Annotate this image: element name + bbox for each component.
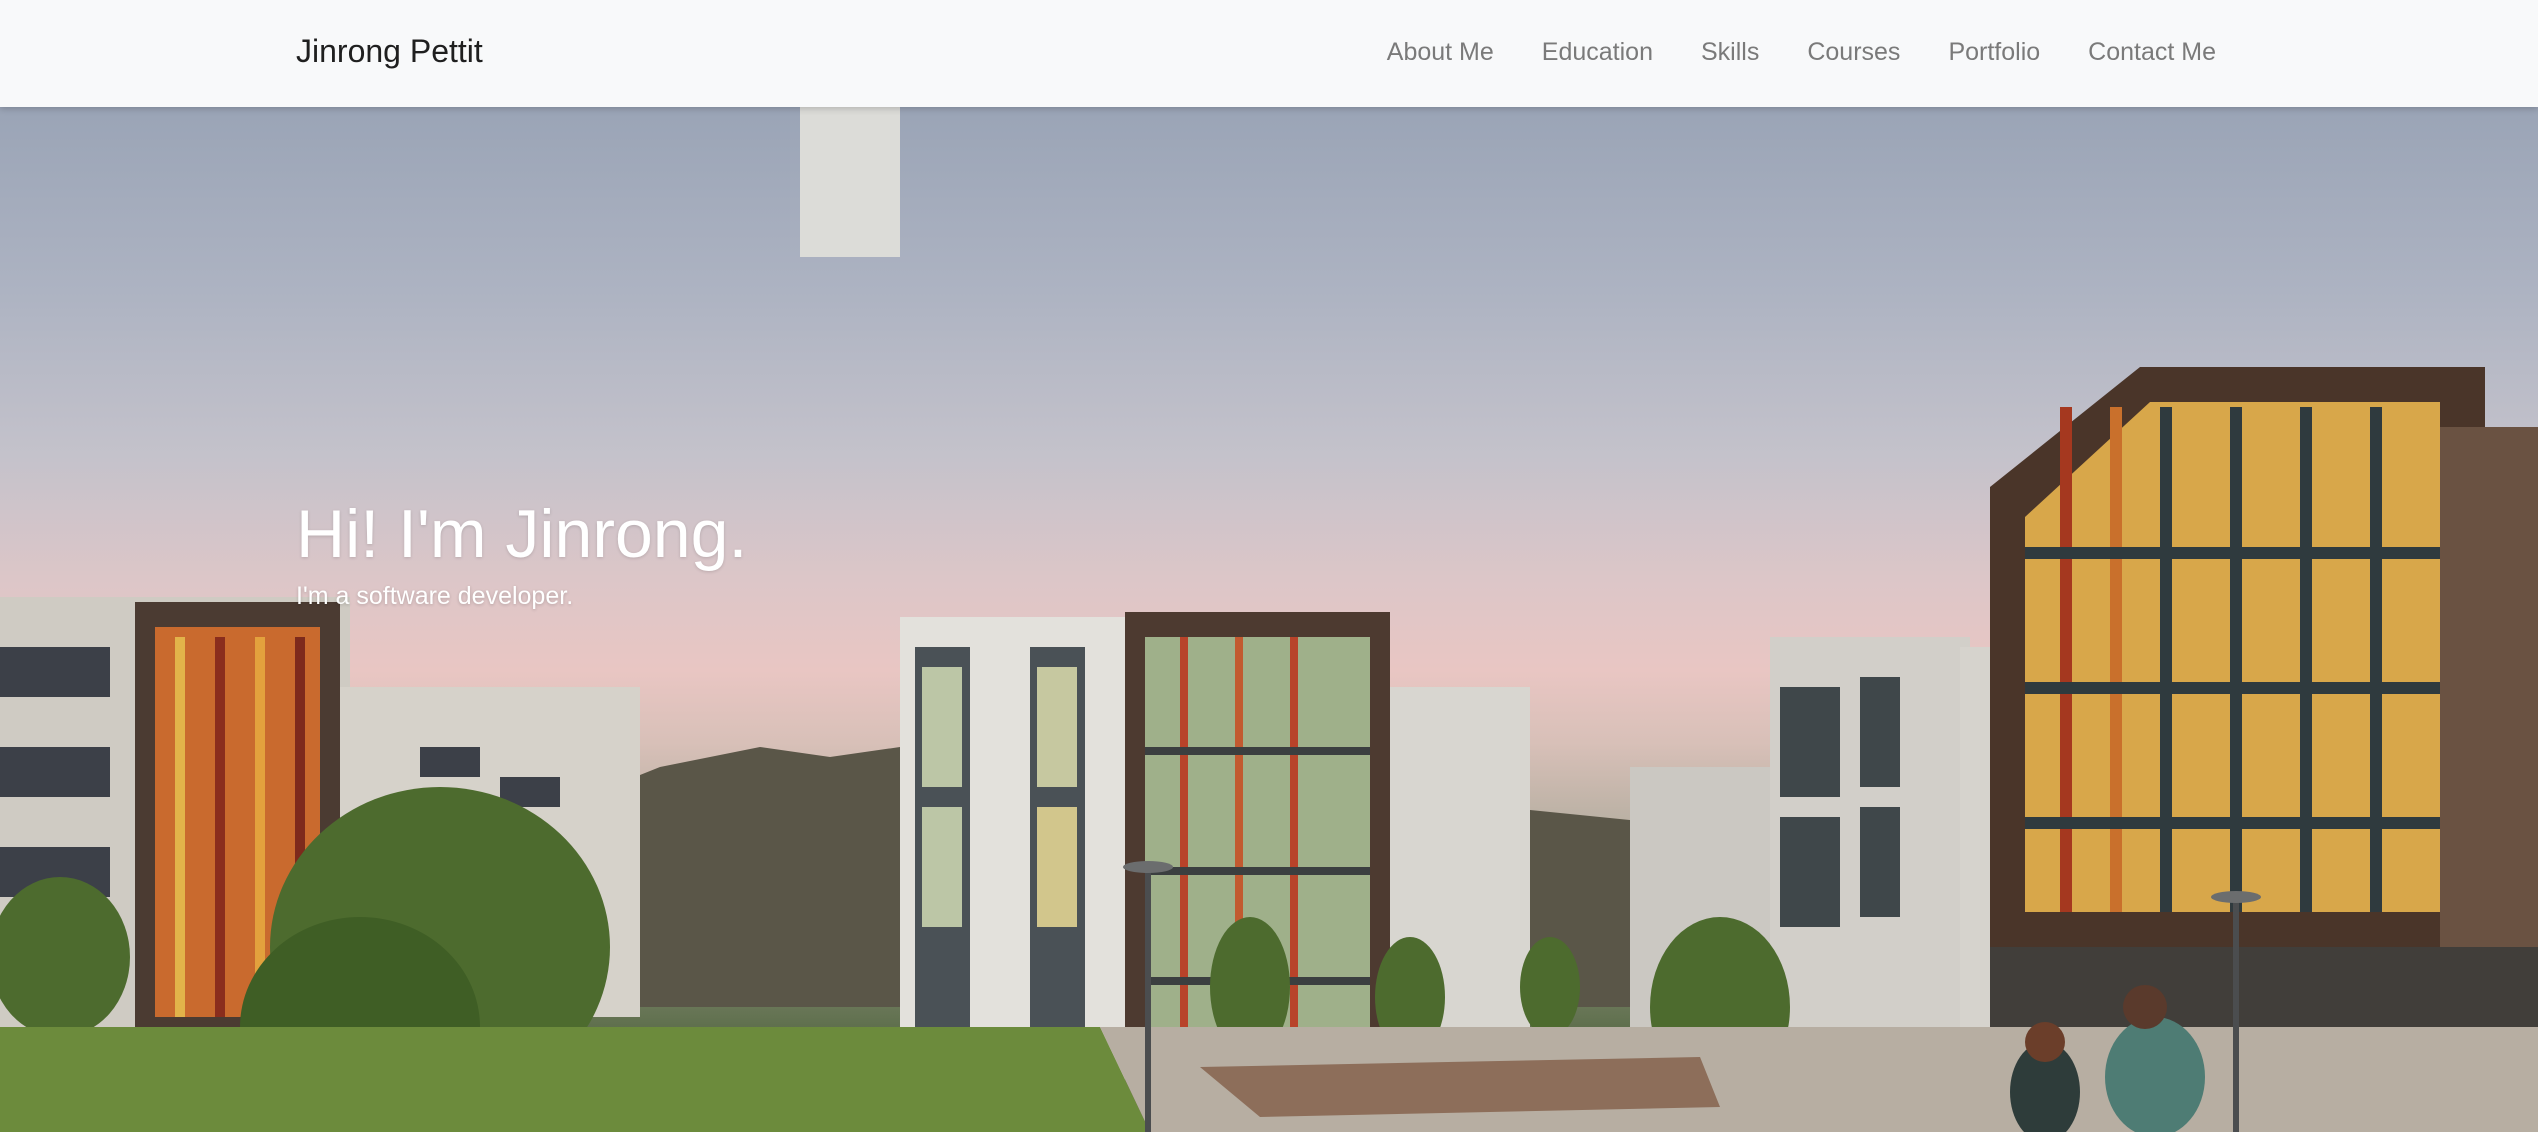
nav-link-contact-me[interactable]: Contact Me — [2088, 38, 2216, 67]
nav-links: About Me Education Skills Courses Portfo… — [1387, 38, 2216, 67]
lawn — [0, 1027, 1150, 1132]
brand-link[interactable]: Jinrong Pettit — [296, 33, 483, 70]
hero-title: Hi! I'm Jinrong. — [296, 496, 748, 572]
hero-section: Hi! I'm Jinrong. I'm a software develope… — [0, 107, 2538, 1132]
navbar: Jinrong Pettit About Me Education Skills… — [0, 0, 2538, 107]
nav-link-about-me[interactable]: About Me — [1387, 38, 1494, 67]
hero-subtitle: I'm a software developer. — [296, 582, 574, 610]
nav-link-education[interactable]: Education — [1542, 38, 1653, 67]
nav-link-skills[interactable]: Skills — [1701, 38, 1759, 67]
nav-link-portfolio[interactable]: Portfolio — [1948, 38, 2040, 67]
nav-link-courses[interactable]: Courses — [1807, 38, 1900, 67]
campus-buildings-photo — [0, 107, 2538, 1132]
